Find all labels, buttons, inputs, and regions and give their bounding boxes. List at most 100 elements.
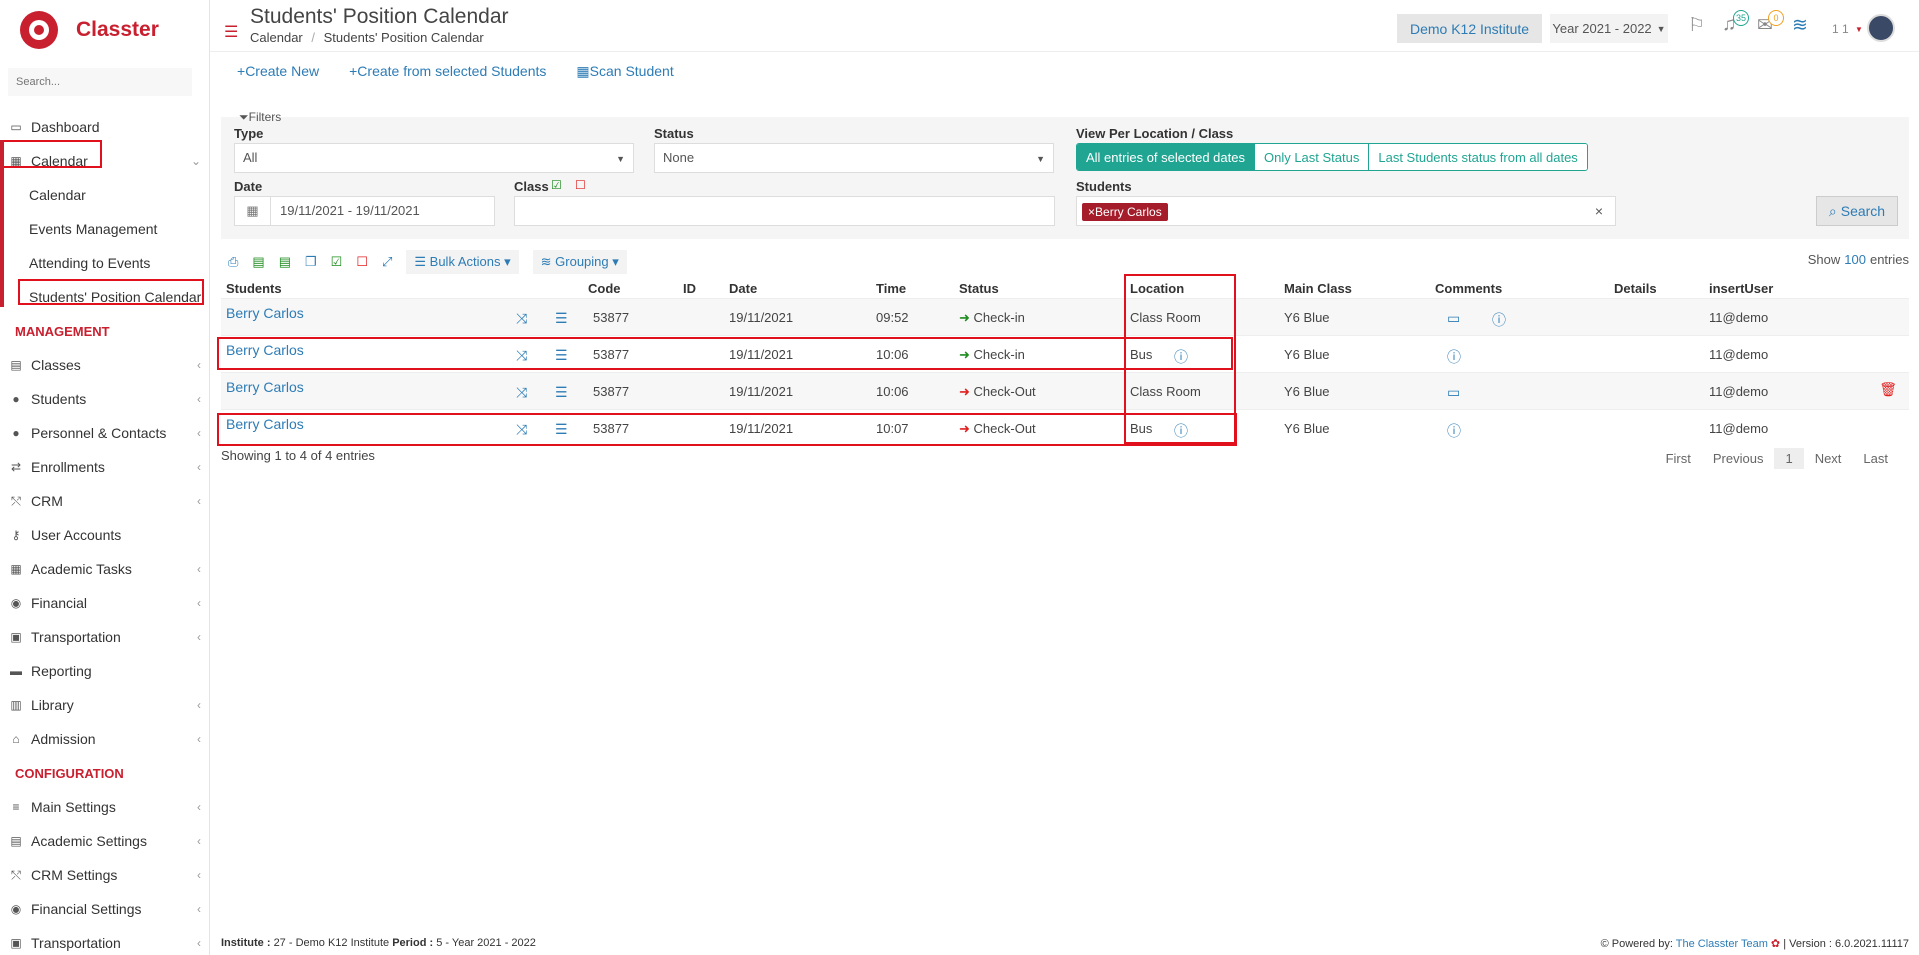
table-row[interactable]: Berry Carlos ⤨ ☰ 53877 19/11/2021 09:52 … <box>221 298 1909 335</box>
sidebar-item-label: Academic Tasks <box>31 561 132 577</box>
year-select[interactable]: Year 2021 - 2022 ▼ <box>1550 14 1668 43</box>
class-input[interactable] <box>514 196 1055 226</box>
list-icon[interactable]: ☰ <box>555 384 568 401</box>
header-details[interactable]: Details <box>1614 281 1657 296</box>
layers-icon[interactable]: ≋ <box>1792 14 1808 37</box>
header-code[interactable]: Code <box>588 281 621 296</box>
sidebar-sub-calendar[interactable]: Calendar <box>0 178 209 212</box>
breadcrumb: Calendar / Students' Position Calendar <box>250 30 484 45</box>
comment-icon[interactable]: ▭ <box>1447 310 1460 327</box>
date-range-input[interactable]: ▦ 19/11/2021 - 19/11/2021 <box>234 196 495 226</box>
view-last-students-status-button[interactable]: Last Students status from all dates <box>1369 144 1587 170</box>
footer-team-link[interactable]: The Classter Team <box>1676 938 1768 950</box>
info-icon[interactable]: ⓘ <box>1447 421 1461 441</box>
expand-icon[interactable]: ⤢ <box>382 254 392 270</box>
copy-icon[interactable]: ❐ <box>305 254 317 270</box>
sidebar-item-admission[interactable]: ⌂ Admission ‹ <box>0 722 209 756</box>
pager-next[interactable]: Next <box>1804 448 1853 469</box>
brand-name: Classter <box>76 18 159 41</box>
avatar[interactable] <box>1867 14 1895 42</box>
flag-icon[interactable]: ⚐ <box>1688 14 1705 37</box>
sidebar-item-crm[interactable]: ⤲ CRM ‹ <box>0 484 209 518</box>
sidebar-item-crm-settings[interactable]: ⤲ CRM Settings ‹ <box>0 858 209 892</box>
view-only-last-status-button[interactable]: Only Last Status <box>1254 144 1370 170</box>
sidebar-item-library[interactable]: ▥ Library ‹ <box>0 688 209 722</box>
time-cell: 10:06 <box>876 384 909 399</box>
header-status[interactable]: Status <box>959 281 999 296</box>
clear-icon[interactable]: × <box>1595 203 1603 219</box>
chevron-left-icon: ‹ <box>197 630 201 644</box>
select-all-icon[interactable]: ☑ <box>331 254 343 270</box>
student-tag[interactable]: ×Berry Carlos <box>1082 203 1168 221</box>
user-menu-label[interactable]: 1 1 <box>1832 22 1849 36</box>
breadcrumb-current: Students' Position Calendar <box>323 30 484 45</box>
view-segmented-control: All entries of selected dates Only Last … <box>1076 143 1588 171</box>
sidebar-item-reporting[interactable]: ▬ Reporting <box>0 654 209 688</box>
sidebar-item-classes[interactable]: ▤ Classes ‹ <box>0 348 209 382</box>
check-all-icon[interactable]: ☑ <box>551 178 562 192</box>
sidebar-item-financial[interactable]: ◉ Financial ‹ <box>0 586 209 620</box>
info-icon[interactable]: ⓘ <box>1447 347 1461 367</box>
sidebar-item-financial-settings[interactable]: ◉ Financial Settings ‹ <box>0 892 209 926</box>
header-time[interactable]: Time <box>876 281 906 296</box>
sidebar-search-input[interactable] <box>8 68 192 96</box>
institute-button[interactable]: Demo K12 Institute <box>1397 14 1542 43</box>
csv-icon[interactable]: ▤ <box>279 254 291 270</box>
footer-period-value: 5 - Year 2021 - 2022 <box>436 937 536 949</box>
create-new-button[interactable]: +Create New <box>237 63 319 80</box>
check-in-icon: ➜ <box>959 310 970 325</box>
sidebar-sub-events-management[interactable]: Events Management <box>0 212 209 246</box>
deselect-all-icon[interactable]: ☐ <box>356 254 368 270</box>
pager-current[interactable]: 1 <box>1774 448 1804 469</box>
list-icon[interactable]: ☰ <box>555 310 568 327</box>
create-from-selected-button[interactable]: +Create from selected Students <box>349 63 546 80</box>
hamburger-menu-icon[interactable]: ☰ <box>224 22 238 42</box>
bulk-actions-dropdown[interactable]: ☰ Bulk Actions ▾ <box>406 250 519 274</box>
header-id[interactable]: ID <box>683 281 696 296</box>
header-date[interactable]: Date <box>729 281 757 296</box>
sidebar-item-academic-settings[interactable]: ▤ Academic Settings ‹ <box>0 824 209 858</box>
print-icon: ▬ <box>10 663 22 678</box>
scan-student-button[interactable]: ▦Scan Student <box>576 63 673 80</box>
pager-first[interactable]: First <box>1655 448 1702 469</box>
info-icon[interactable]: ⓘ <box>1492 310 1506 330</box>
shuffle-icon[interactable]: ⤨ <box>516 310 527 327</box>
footer-institute-value: 27 - Demo K12 Institute <box>273 937 390 949</box>
excel-icon[interactable]: ▤ <box>252 254 264 270</box>
page-length-select[interactable]: 100 <box>1844 252 1866 267</box>
sidebar-item-dashboard[interactable]: ▭ Dashboard <box>0 110 209 144</box>
sidebar-item-enrollments[interactable]: ⇄ Enrollments ‹ <box>0 450 209 484</box>
table-header: Students Code ID Date Time Status Locati… <box>221 276 1909 298</box>
header-students[interactable]: Students <box>226 281 282 296</box>
header-insert-user[interactable]: insertUser <box>1709 281 1773 296</box>
breadcrumb-calendar[interactable]: Calendar <box>250 30 303 45</box>
grouping-dropdown[interactable]: ≋ Grouping ▾ <box>532 250 627 274</box>
brand-logo[interactable]: Classter <box>0 0 209 60</box>
type-select[interactable]: All ▼ <box>234 143 634 173</box>
view-all-entries-button[interactable]: All entries of selected dates <box>1077 144 1255 170</box>
table-row[interactable]: Berry Carlos ⤨ ☰ 53877 19/11/2021 10:06 … <box>221 372 1909 409</box>
comment-icon[interactable]: ▭ <box>1447 384 1460 401</box>
sidebar-item-transportation-settings[interactable]: ▣ Transportation ‹ <box>0 926 209 955</box>
student-link[interactable]: Berry Carlos <box>226 305 304 321</box>
sidebar-item-academic-tasks[interactable]: ▦ Academic Tasks ‹ <box>0 552 209 586</box>
sidebar-item-personnel[interactable]: ● Personnel & Contacts ‹ <box>0 416 209 450</box>
remove-tag-icon[interactable]: × <box>1088 205 1095 219</box>
header-comments[interactable]: Comments <box>1435 281 1502 296</box>
print-icon[interactable]: ⎙ <box>228 254 238 270</box>
sidebar-item-user-accounts[interactable]: ⚷ User Accounts <box>0 518 209 552</box>
trash-icon[interactable]: 🗑 <box>1879 381 1897 398</box>
pager-last[interactable]: Last <box>1852 448 1899 469</box>
pager-previous[interactable]: Previous <box>1702 448 1775 469</box>
sidebar-item-main-settings[interactable]: ≡ Main Settings ‹ <box>0 790 209 824</box>
shuffle-icon[interactable]: ⤨ <box>516 384 527 401</box>
sidebar-item-students[interactable]: ● Students ‹ <box>0 382 209 416</box>
header-main-class[interactable]: Main Class <box>1284 281 1352 296</box>
chevron-left-icon: ‹ <box>197 426 201 440</box>
status-select[interactable]: None ▼ <box>654 143 1054 173</box>
sidebar-sub-attending-events[interactable]: Attending to Events <box>0 246 209 280</box>
sidebar-item-transportation[interactable]: ▣ Transportation ‹ <box>0 620 209 654</box>
uncheck-all-icon[interactable]: ☐ <box>575 178 586 192</box>
search-button[interactable]: ⌕ Search <box>1816 196 1898 226</box>
student-link[interactable]: Berry Carlos <box>226 379 304 395</box>
